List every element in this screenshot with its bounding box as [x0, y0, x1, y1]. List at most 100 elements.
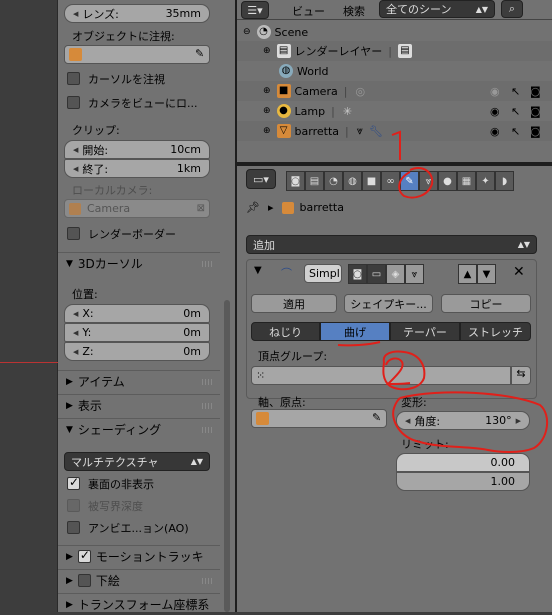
origin-object-field[interactable]: ✎ — [251, 409, 387, 428]
select-cursor-icon[interactable]: ↖ — [511, 105, 520, 118]
search-button[interactable]: ⌕ — [501, 0, 523, 18]
tab-data[interactable]: ⩔ — [419, 171, 438, 191]
tab-texture[interactable]: ▦ — [457, 171, 476, 191]
drag-grip-icon[interactable] — [202, 578, 212, 584]
move-down-button[interactable]: ▼ — [477, 264, 496, 284]
menu-view[interactable]: ビュー — [292, 3, 325, 19]
object-target-field[interactable]: ✎ — [64, 45, 210, 64]
section-background-images[interactable]: ▶ 下絵 — [58, 569, 220, 591]
expand-plus-icon[interactable]: ⊕ — [263, 46, 271, 56]
clear-icon[interactable]: ⊠ — [197, 203, 205, 214]
mode-bend[interactable]: 曲げ — [320, 322, 390, 341]
visibility-eye-icon[interactable]: ◉ — [490, 125, 500, 138]
expand-plus-icon[interactable]: ⊕ — [263, 86, 271, 96]
drag-grip-icon[interactable] — [202, 379, 212, 385]
collapse-triangle-icon[interactable]: ▼ — [254, 265, 262, 276]
close-icon[interactable]: ✕ — [513, 264, 525, 280]
clip-start-field[interactable]: ◀ 開始: 10cm — [64, 140, 210, 159]
local-camera-field[interactable]: Camera ⊠ — [64, 199, 210, 218]
camera-to-view-checkbox[interactable] — [67, 96, 80, 109]
expand-plus-icon[interactable]: ⊕ — [263, 106, 271, 116]
limit-max-field[interactable]: 1.00 — [396, 472, 530, 491]
pin-icon[interactable]: 📌︎ — [246, 201, 260, 214]
decrement-arrow-icon[interactable]: ◀ — [73, 348, 78, 356]
tab-particles[interactable]: ✦ — [476, 171, 495, 191]
cursor-x-field[interactable]: ◀ X: 0m — [64, 304, 210, 323]
tab-constraints[interactable]: ∞ — [381, 171, 400, 191]
section-motion-tracking[interactable]: ▶ モーショントラッキ — [58, 545, 220, 567]
shapekey-button[interactable]: シェイプキー... — [344, 294, 433, 313]
section-item[interactable]: ▶ アイテム — [58, 370, 220, 392]
scene-filter-dropdown[interactable]: 全てのシーン ▲▼ — [379, 0, 495, 18]
render-toggle[interactable]: ◙ — [348, 264, 367, 284]
tab-material[interactable]: ● — [438, 171, 457, 191]
ao-checkbox[interactable] — [67, 521, 80, 534]
track-cursor-checkbox[interactable] — [67, 72, 80, 85]
dof-checkbox[interactable] — [67, 499, 80, 512]
expanded-triangle-icon[interactable]: ⊖ — [243, 27, 251, 37]
decrement-arrow-icon[interactable]: ◀ — [73, 165, 78, 173]
add-modifier-dropdown[interactable]: 追加 ▲▼ — [246, 235, 537, 254]
drag-grip-icon[interactable] — [202, 403, 212, 409]
move-up-button[interactable]: ▲ — [458, 264, 477, 284]
section-display[interactable]: ▶ 表示 — [58, 394, 220, 416]
cursor-z-field[interactable]: ◀ Z: 0m — [64, 342, 210, 361]
modifier-name-field[interactable]: Simpl — [304, 264, 342, 283]
decrement-arrow-icon[interactable]: ◀ — [73, 310, 78, 318]
outliner-row-lamp[interactable]: ⊕ ● Lamp | ✳ ◉ ↖ ◙ — [237, 101, 552, 121]
outliner-row-barretta[interactable]: ⊕ ▽ barretta | ⩔ 🔧︎ ◉ ↖ ◙ — [237, 121, 552, 141]
mode-taper[interactable]: テーパー — [390, 322, 460, 341]
background-images-checkbox[interactable] — [77, 574, 91, 587]
tab-object[interactable]: ■ — [362, 171, 381, 191]
tab-modifiers[interactable]: ✎ — [400, 171, 419, 191]
cursor-y-field[interactable]: ◀ Y: 0m — [64, 323, 210, 342]
tab-render-layers[interactable]: ▤ — [305, 171, 324, 191]
scrollbar-thumb[interactable] — [224, 300, 230, 612]
invert-vertex-group-button[interactable]: ⇆ — [511, 366, 531, 385]
shading-mode-dropdown[interactable]: マルチテクスチャ ▲▼ — [64, 452, 210, 471]
motion-tracking-checkbox[interactable] — [77, 548, 91, 563]
increment-arrow-icon[interactable]: ▶ — [516, 417, 521, 425]
backface-culling-checkbox[interactable] — [67, 475, 80, 490]
mode-stretch[interactable]: ストレッチ — [460, 322, 531, 341]
section-shading[interactable]: ▼ シェーディング — [58, 418, 220, 440]
outliner-row-renderlayers[interactable]: ⊕ ▤ レンダーレイヤー | ▤ — [237, 41, 552, 61]
select-cursor-icon[interactable]: ↖ — [511, 85, 520, 98]
tab-render[interactable]: ◙ — [286, 171, 305, 191]
outliner-row-scene[interactable]: ⊖ ◔ Scene — [237, 22, 552, 42]
drag-grip-icon[interactable] — [202, 427, 212, 433]
cage-toggle[interactable]: ⩔ — [405, 264, 424, 284]
mode-twist[interactable]: ねじり — [251, 322, 320, 341]
visibility-eye-icon[interactable]: ◉ — [490, 105, 500, 118]
editmode-toggle[interactable]: ◈ — [386, 264, 405, 284]
eyedropper-icon[interactable]: ✎ — [372, 411, 381, 424]
tab-world[interactable]: ◍ — [343, 171, 362, 191]
menu-search[interactable]: 検索 — [343, 3, 365, 19]
section-3d-cursor[interactable]: ▼ 3Dカーソル — [58, 252, 220, 274]
tab-scene[interactable]: ◔ — [324, 171, 343, 191]
render-camera-icon[interactable]: ◙ — [530, 125, 541, 138]
select-cursor-icon[interactable]: ↖ — [511, 125, 520, 138]
expand-plus-icon[interactable]: ⊕ — [263, 126, 271, 136]
drag-grip-icon[interactable] — [202, 261, 212, 267]
clip-end-field[interactable]: ◀ 終了: 1km — [64, 159, 210, 178]
properties-editor-type-button[interactable]: ▭▾ — [246, 169, 276, 189]
decrement-arrow-icon[interactable]: ◀ — [73, 329, 78, 337]
tab-physics[interactable]: ◗ — [495, 171, 514, 191]
render-camera-icon[interactable]: ◙ — [530, 105, 541, 118]
apply-button[interactable]: 適用 — [251, 294, 337, 313]
decrement-arrow-icon[interactable]: ◀ — [73, 10, 78, 18]
decrement-arrow-icon[interactable]: ◀ — [405, 417, 410, 425]
outliner-row-world[interactable]: ◍ World — [237, 61, 552, 81]
editor-type-button[interactable]: ☰▾ — [241, 1, 269, 19]
render-border-checkbox[interactable] — [67, 227, 80, 240]
vertex-group-field[interactable]: ⁙ — [251, 366, 511, 385]
decrement-arrow-icon[interactable]: ◀ — [73, 146, 78, 154]
lens-field[interactable]: ◀ レンズ: 35mm — [64, 4, 210, 23]
3d-viewport[interactable] — [0, 0, 58, 612]
outliner-row-camera[interactable]: ⊕ ■ Camera | ◎ ◉ ↖ ◙ — [237, 81, 552, 101]
copy-button[interactable]: コピー — [441, 294, 531, 313]
left-panel-scrollbar[interactable] — [220, 0, 235, 612]
render-camera-icon[interactable]: ◙ — [530, 85, 541, 98]
eyedropper-icon[interactable]: ✎ — [195, 47, 204, 60]
